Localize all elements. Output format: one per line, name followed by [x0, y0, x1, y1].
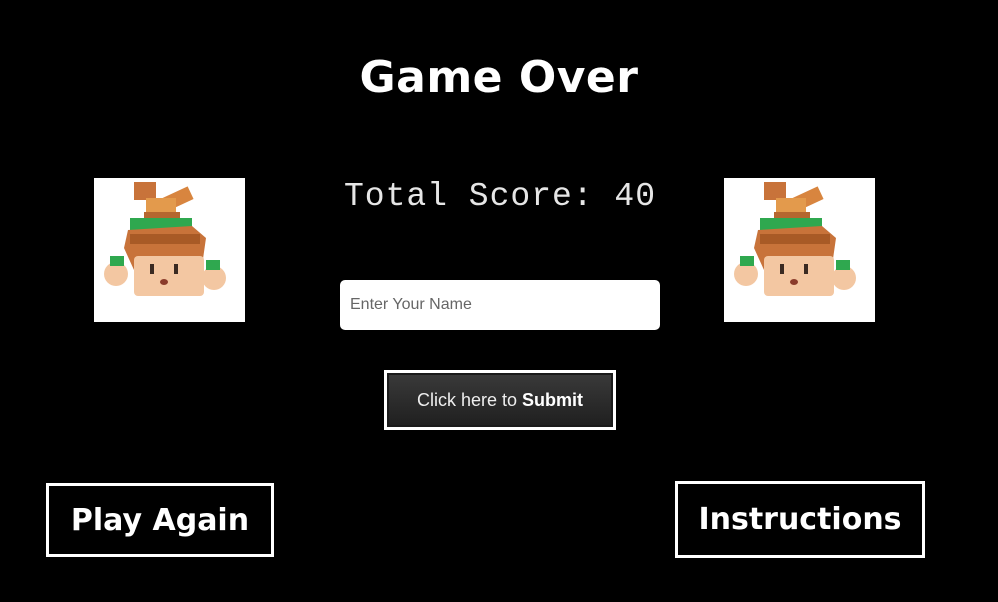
game-over-title: Game Over [359, 52, 639, 103]
character-image-left [94, 178, 245, 322]
character-image-right [724, 178, 875, 322]
submit-button[interactable]: Click here to Submit [384, 370, 616, 430]
name-input[interactable] [340, 280, 660, 330]
submit-button-prefix: Click here to [416, 389, 518, 410]
play-again-button[interactable]: Play Again [46, 483, 274, 557]
upside-down-character-icon [104, 182, 226, 296]
instructions-label: Instructions [698, 502, 902, 537]
play-again-label: Play Again [70, 502, 250, 538]
upside-down-character-icon [734, 182, 856, 296]
submit-button-bold: Submit [522, 389, 584, 410]
instructions-button[interactable]: Instructions [675, 481, 925, 558]
total-score: Total Score: 40 [343, 178, 657, 215]
